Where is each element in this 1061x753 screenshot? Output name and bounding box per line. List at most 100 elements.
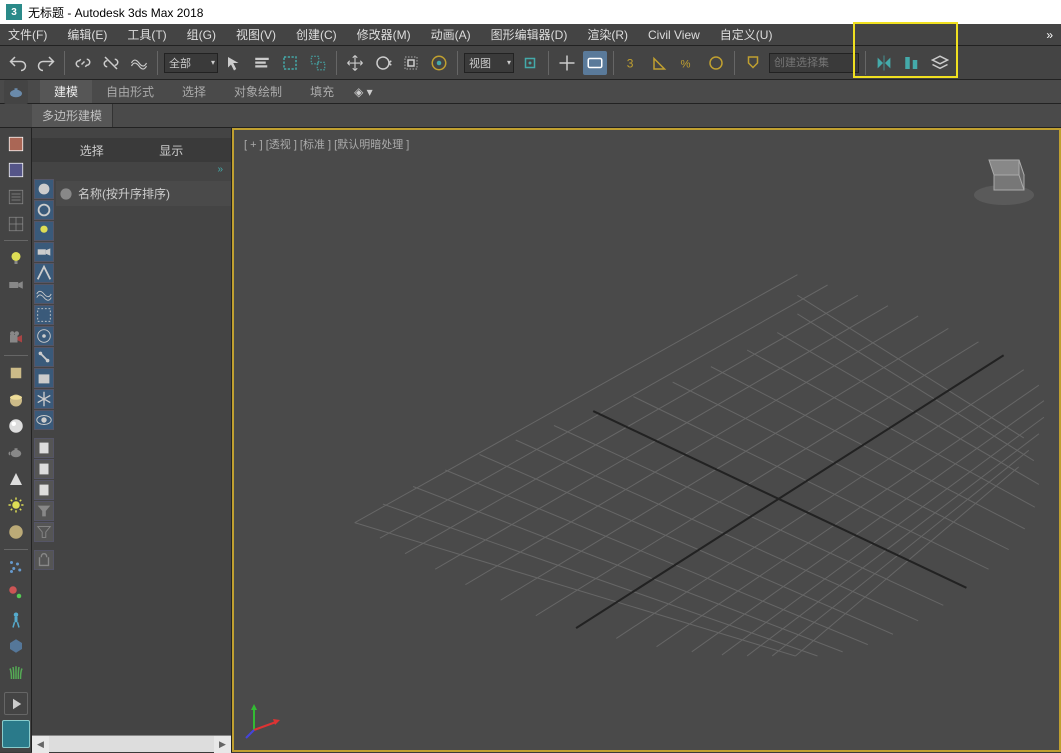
bind-spacewarp-button[interactable]	[127, 51, 151, 75]
teapot-icon[interactable]	[4, 80, 28, 104]
filter-spacewarps-icon[interactable]	[34, 284, 54, 304]
unlink-button[interactable]	[99, 51, 123, 75]
menu-group[interactable]: 组(G)	[187, 26, 216, 43]
filter-containers-icon[interactable]	[34, 368, 54, 388]
ribbon-tab-selection[interactable]: 选择	[168, 80, 220, 103]
moon-icon[interactable]	[4, 300, 28, 324]
filter-bag-icon[interactable]	[34, 550, 54, 570]
menu-overflow[interactable]: »	[1046, 28, 1053, 42]
filter-extra2-icon[interactable]	[34, 459, 54, 479]
scene-explorer-icon[interactable]	[4, 132, 28, 156]
scene-list[interactable]	[56, 206, 231, 735]
menu-graph-editors[interactable]: 图形编辑器(D)	[491, 26, 568, 43]
menu-views[interactable]: 视图(V)	[236, 26, 276, 43]
menu-create[interactable]: 创建(C)	[296, 26, 337, 43]
mirror-button[interactable]	[872, 51, 896, 75]
select-move-button[interactable]	[343, 51, 367, 75]
filter-extra1-icon[interactable]	[34, 438, 54, 458]
scroll-left-arrow[interactable]: ◀	[32, 736, 49, 753]
cone-primitive-icon[interactable]	[4, 467, 28, 491]
filter-lights-icon[interactable]	[34, 221, 54, 241]
select-scale-button[interactable]	[399, 51, 423, 75]
selection-set-input[interactable]	[769, 53, 859, 73]
box-primitive-icon[interactable]	[4, 361, 28, 385]
undo-button[interactable]	[6, 51, 30, 75]
light-bulb-icon[interactable]	[4, 246, 28, 270]
selection-filter-dropdown[interactable]: 全部	[164, 53, 218, 73]
biped-icon[interactable]	[4, 608, 28, 632]
ribbon-tab-modeling[interactable]: 建模	[40, 80, 92, 103]
sun-icon[interactable]	[4, 494, 28, 518]
filter-frozen-icon[interactable]	[34, 389, 54, 409]
rectangular-region-button[interactable]	[278, 51, 302, 75]
filter-shapes-icon[interactable]	[34, 200, 54, 220]
scene-expand-icon[interactable]: »	[32, 162, 231, 177]
select-object-button[interactable]	[222, 51, 246, 75]
viewport-label[interactable]: [ + ] [透视 ] [标准 ] [默认明暗处理 ]	[244, 136, 409, 152]
link-button[interactable]	[71, 51, 95, 75]
select-rotate-button[interactable]	[371, 51, 395, 75]
filter-helpers-icon[interactable]	[34, 263, 54, 283]
keyboard-shortcut-button[interactable]	[583, 51, 607, 75]
select-by-name-button[interactable]	[250, 51, 274, 75]
filter-funnel-icon[interactable]	[34, 501, 54, 521]
menu-customize[interactable]: 自定义(U)	[720, 26, 773, 43]
viewcube[interactable]	[969, 140, 1039, 210]
sphere-dark-icon[interactable]	[4, 520, 28, 544]
subribbon-poly-modeling[interactable]: 多边形建模	[32, 104, 113, 127]
particles-icon[interactable]	[4, 555, 28, 579]
menu-civil-view[interactable]: Civil View	[648, 28, 700, 42]
scene-horizontal-scrollbar[interactable]: ◀ ▶	[32, 735, 231, 752]
movie-camera-icon[interactable]	[4, 326, 28, 350]
scene-tab-select[interactable]: 选择	[80, 142, 104, 159]
filter-extra3-icon[interactable]	[34, 480, 54, 500]
snap-3-button[interactable]: 3	[620, 51, 644, 75]
filter-cameras-icon[interactable]	[34, 242, 54, 262]
layer-explorer-icon[interactable]	[4, 159, 28, 183]
ribbon-dropdown-icon[interactable]: ◈ ▾	[348, 85, 379, 99]
window-crossing-button[interactable]	[306, 51, 330, 75]
viewport[interactable]: [ + ] [透视 ] [标准 ] [默认明暗处理 ]	[232, 128, 1061, 752]
align-button[interactable]	[900, 51, 924, 75]
redo-button[interactable]	[34, 51, 58, 75]
menu-rendering[interactable]: 渲染(R)	[587, 26, 628, 43]
viewport-canvas[interactable]	[234, 130, 1059, 750]
filter-geometry-icon[interactable]	[34, 179, 54, 199]
filter-funnel2-icon[interactable]	[34, 522, 54, 542]
teapot-primitive-icon[interactable]	[4, 441, 28, 465]
play-button[interactable]	[4, 692, 28, 716]
forces-icon[interactable]	[4, 581, 28, 605]
hexagon-icon[interactable]	[4, 635, 28, 659]
menu-file[interactable]: 文件(F)	[8, 26, 47, 43]
menu-modifiers[interactable]: 修改器(M)	[357, 26, 411, 43]
circle-primitive-icon[interactable]	[4, 414, 28, 438]
list-icon[interactable]	[4, 185, 28, 209]
filter-bones-icon[interactable]	[34, 347, 54, 367]
menu-tools[interactable]: 工具(T)	[127, 26, 166, 43]
grid-icon[interactable]	[4, 212, 28, 236]
filter-groups-icon[interactable]	[34, 305, 54, 325]
ref-coord-dropdown[interactable]: 视图	[464, 53, 514, 73]
menu-edit[interactable]: 编辑(E)	[67, 26, 107, 43]
sphere-primitive-icon[interactable]	[4, 387, 28, 411]
filter-xrefs-icon[interactable]	[34, 326, 54, 346]
filter-hidden-icon[interactable]	[34, 410, 54, 430]
menu-animation[interactable]: 动画(A)	[431, 26, 471, 43]
select-place-button[interactable]	[427, 51, 451, 75]
select-manipulate-button[interactable]	[555, 51, 579, 75]
ribbon-tab-object-paint[interactable]: 对象绘制	[220, 80, 296, 103]
layer-manager-button[interactable]	[928, 51, 952, 75]
active-tool-icon[interactable]	[2, 720, 30, 748]
scroll-right-arrow[interactable]: ▶	[214, 736, 231, 753]
ribbon-tab-populate[interactable]: 填充	[296, 80, 348, 103]
pivot-center-button[interactable]	[518, 51, 542, 75]
percent-snap-button[interactable]: %	[676, 51, 700, 75]
angle-snap-button[interactable]	[648, 51, 672, 75]
grass-icon[interactable]	[4, 661, 28, 685]
scene-tab-display[interactable]: 显示	[159, 142, 183, 159]
edit-selection-set-button[interactable]	[741, 51, 765, 75]
scene-name-header[interactable]: 名称(按升序排序)	[74, 183, 229, 204]
ribbon-tab-freeform[interactable]: 自由形式	[92, 80, 168, 103]
spinner-snap-button[interactable]	[704, 51, 728, 75]
camera-icon[interactable]	[4, 273, 28, 297]
